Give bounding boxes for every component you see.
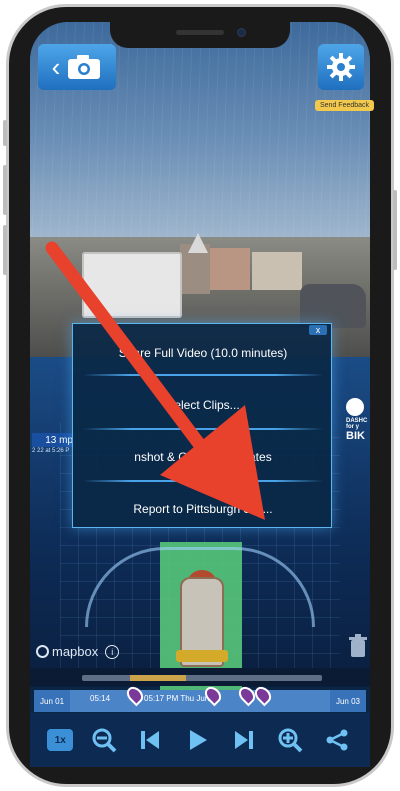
bike-icon	[346, 398, 364, 416]
notch	[110, 22, 290, 48]
skip-back-icon[interactable]	[134, 724, 166, 756]
video-timestamp: 2 22 at 5:26 P	[32, 448, 70, 454]
mapbox-label: mapbox	[52, 644, 99, 659]
brand-line-3: BIK	[346, 429, 365, 442]
screenshot-gps-item[interactable]: nshot & GPS Coordinates	[83, 438, 323, 476]
speed-readout: 13 mp	[32, 433, 76, 447]
play-icon[interactable]	[181, 724, 213, 756]
mapbox-attribution[interactable]: mapbox i	[36, 644, 120, 659]
settings-button[interactable]	[318, 44, 364, 90]
date-bar[interactable]: Jun 01 05:14 05:17 PM Thu Jun 02 Jun 03	[34, 690, 366, 712]
send-feedback-button[interactable]: Send Feedback	[315, 100, 375, 111]
direction-arrow-icon	[188, 233, 208, 253]
menu-divider	[83, 374, 323, 376]
mapbox-logo-icon	[36, 645, 49, 658]
select-clips-item[interactable]: Select Clips...	[83, 386, 323, 424]
camera-icon	[68, 55, 101, 79]
timeline-scrubber[interactable]	[82, 675, 322, 681]
playback-toolbar: 1x	[30, 713, 370, 767]
date-next[interactable]: Jun 03	[329, 690, 366, 712]
gear-icon	[327, 53, 355, 81]
dashcam-logo: DASHC for y BIK	[346, 398, 370, 448]
mute-switch	[3, 120, 7, 146]
zoom-out-icon[interactable]	[88, 724, 120, 756]
date-prev[interactable]: Jun 01	[34, 690, 71, 712]
trash-icon[interactable]	[348, 634, 368, 658]
start-time-label: 05:14	[90, 694, 111, 703]
power-button	[393, 190, 397, 270]
building	[210, 248, 250, 290]
timeline-selection	[130, 675, 186, 681]
chevron-left-icon: ‹	[51, 52, 61, 82]
rider-base	[176, 650, 228, 662]
skip-forward-icon[interactable]	[228, 724, 260, 756]
date-left-label: Jun 01	[40, 696, 65, 706]
front-camera	[237, 28, 246, 37]
zoom-in-icon[interactable]	[274, 724, 306, 756]
menu-divider	[83, 480, 323, 482]
share-icon[interactable]	[321, 724, 353, 756]
building	[252, 252, 302, 290]
report-311-item[interactable]: Report to Pittsburgh 311...	[83, 490, 323, 528]
parked-car	[300, 284, 366, 328]
volume-up-button	[3, 165, 7, 215]
mail-truck	[82, 252, 182, 318]
info-icon[interactable]: i	[105, 644, 120, 659]
share-menu: x Share Full Video (10.0 minutes) Select…	[72, 323, 332, 528]
playback-speed-button[interactable]: 1x	[47, 729, 74, 751]
share-full-video-item[interactable]: Share Full Video (10.0 minutes)	[83, 334, 323, 372]
menu-divider	[83, 428, 323, 430]
volume-down-button	[3, 225, 7, 275]
earpiece	[176, 30, 224, 35]
date-right-label: Jun 03	[335, 696, 360, 706]
back-camera-button[interactable]: ‹	[38, 44, 116, 90]
